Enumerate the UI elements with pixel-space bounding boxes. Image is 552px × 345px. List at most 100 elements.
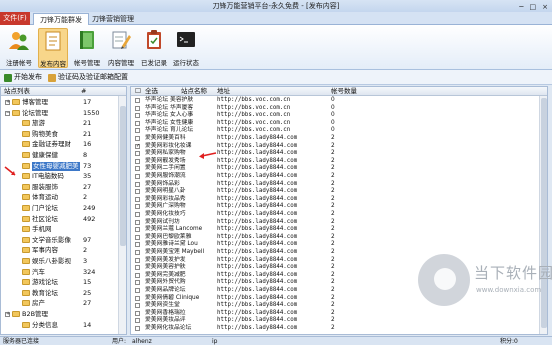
table-row[interactable]: 爱美网广深购物 http://bbs.lady8844.com 2 bbox=[131, 203, 541, 211]
site-tree-count: 324 bbox=[83, 267, 96, 276]
captcha-config-button[interactable]: 验证码及验证邮箱配置 bbox=[48, 70, 128, 85]
row-checkbox[interactable] bbox=[135, 151, 140, 157]
row-checkbox[interactable] bbox=[135, 174, 140, 179]
row-checkbox[interactable] bbox=[135, 303, 140, 309]
row-checkbox[interactable] bbox=[135, 265, 140, 271]
points-value: 积分:0 bbox=[500, 338, 518, 345]
row-checkbox[interactable] bbox=[135, 288, 140, 293]
row-checkbox[interactable] bbox=[135, 204, 140, 210]
row-checkbox[interactable] bbox=[135, 219, 140, 225]
table-row[interactable]: 爱美网明星八卦 http://bbs.lady8844.com 2 bbox=[131, 188, 541, 196]
site-tree-item[interactable]: 旅游 21 bbox=[1, 119, 119, 128]
row-checkbox[interactable] bbox=[135, 212, 140, 217]
site-tree-item[interactable]: + B2B管理 bbox=[1, 310, 119, 319]
expand-toggle-icon[interactable]: − bbox=[5, 110, 10, 116]
row-checkbox[interactable] bbox=[135, 136, 140, 141]
row-checkbox[interactable] bbox=[135, 250, 140, 255]
site-tree-item[interactable]: 社区论坛 492 bbox=[1, 215, 119, 224]
table-row[interactable]: 爱美网化妆品论坛 http://bbs.lady8844.com 2 bbox=[131, 325, 541, 333]
site-tree-item[interactable]: 手机网 bbox=[1, 225, 119, 234]
table-row[interactable]: 华声论坛 女人心事 http://bbs.voc.com.cn 0 bbox=[131, 112, 541, 120]
account-count-cell: 2 bbox=[331, 142, 335, 149]
site-tree-item[interactable]: 分类信息 14 bbox=[1, 321, 119, 330]
row-checkbox[interactable] bbox=[135, 272, 140, 278]
row-checkbox[interactable] bbox=[135, 189, 140, 195]
row-checkbox[interactable] bbox=[135, 158, 140, 164]
select-all-checkbox[interactable]: ☐ bbox=[135, 87, 141, 96]
row-checkbox[interactable] bbox=[135, 326, 140, 331]
tab-mass-publish[interactable]: 刀锋万能群发 bbox=[33, 13, 89, 25]
row-checkbox[interactable] bbox=[135, 234, 140, 240]
site-tree-item[interactable]: 汽车 324 bbox=[1, 268, 119, 277]
site-tree-scrollbar[interactable] bbox=[118, 96, 126, 334]
row-checkbox[interactable] bbox=[135, 257, 140, 263]
row-checkbox[interactable] bbox=[135, 143, 140, 150]
publish-content-button[interactable]: 发布内容 bbox=[38, 28, 68, 68]
start-icon bbox=[4, 73, 12, 82]
site-tree-item[interactable]: 服装服饰 27 bbox=[1, 183, 119, 192]
site-table-header: ☐ 全选 站点名称 地址 帐号数量 bbox=[131, 87, 547, 96]
start-publish-button[interactable]: 开始发布 bbox=[4, 70, 42, 85]
table-row[interactable]: 爱美网私家购物 http://bbs.lady8844.com 2 bbox=[131, 150, 541, 158]
table-row[interactable]: 爱美网健美百科 http://bbs.lady8844.com 2 bbox=[131, 135, 541, 143]
row-checkbox[interactable] bbox=[135, 310, 140, 316]
row-checkbox[interactable] bbox=[135, 128, 140, 134]
table-row[interactable]: 爱美网服饰潮流 http://bbs.lady8844.com 2 bbox=[131, 173, 541, 181]
row-checkbox[interactable] bbox=[135, 280, 140, 286]
table-row[interactable]: 爱美网饰品彩 http://bbs.lady8844.com 2 bbox=[131, 181, 541, 189]
site-tree-label: 健康保健 bbox=[32, 151, 58, 159]
site-tree-item[interactable]: + 博客管理 17 bbox=[1, 98, 119, 107]
row-checkbox[interactable] bbox=[135, 105, 140, 111]
site-tree-item[interactable]: 健康保健 8 bbox=[1, 151, 119, 160]
row-checkbox[interactable] bbox=[135, 318, 140, 324]
content-manage-button[interactable]: 内容管理 bbox=[106, 28, 136, 68]
row-checkbox[interactable] bbox=[135, 242, 140, 248]
row-checkbox[interactable] bbox=[135, 227, 140, 233]
row-checkbox[interactable] bbox=[135, 196, 140, 202]
site-tree-item[interactable]: 金融证券理财 16 bbox=[1, 140, 119, 149]
table-row[interactable]: 爱美网香格瑞拉 http://bbs.lady8844.com 2 bbox=[131, 310, 541, 318]
run-status-button[interactable]: 运行状态 bbox=[171, 28, 201, 68]
site-tree-item[interactable]: 体育运动 2 bbox=[1, 193, 119, 202]
table-row[interactable]: 华声论坛 育儿论坛 http://bbs.voc.com.cn 0 bbox=[131, 127, 541, 135]
table-row[interactable]: 爱美网彩妆化妆课http://bbs.lady8844.com2 bbox=[131, 142, 541, 150]
tab-marketing-manage[interactable]: 刀锋营销管理 bbox=[86, 13, 140, 25]
row-checkbox[interactable] bbox=[135, 98, 140, 103]
expand-toggle-icon[interactable]: + bbox=[5, 312, 10, 317]
table-row[interactable]: 爱美网兰蔻 Lancome http://bbs.lady8844.com 2 bbox=[131, 226, 541, 234]
table-row[interactable]: 爱美网化妆技巧 http://bbs.lady8844.com 2 bbox=[131, 211, 541, 219]
row-checkbox[interactable] bbox=[135, 295, 140, 301]
site-tree-item[interactable]: 娱乐八卦影视 3 bbox=[1, 257, 119, 266]
row-checkbox[interactable] bbox=[135, 181, 140, 187]
expand-toggle-icon[interactable]: + bbox=[5, 100, 10, 105]
account-count-cell: 2 bbox=[331, 241, 335, 248]
account-count-cell: 2 bbox=[331, 218, 335, 225]
file-menu-tab[interactable]: 文件(F) bbox=[0, 12, 30, 25]
row-checkbox[interactable] bbox=[135, 166, 140, 172]
register-account-button[interactable]: 注册帐号 bbox=[4, 28, 34, 68]
table-row[interactable]: 爱美网靓发秀场 http://bbs.lady8844.com 2 bbox=[131, 158, 541, 166]
site-tree-item[interactable]: 文学音乐影像 97 bbox=[1, 236, 119, 245]
site-tree-item[interactable]: 门户论坛 249 bbox=[1, 204, 119, 213]
site-tree-count: 1550 bbox=[83, 108, 100, 117]
table-row[interactable]: 爱美网彩妆品秀 http://bbs.lady8844.com 2 bbox=[131, 196, 541, 204]
address-cell: http://bbs.lady8844.com bbox=[217, 135, 298, 141]
site-tree-item[interactable]: 游戏论坛 15 bbox=[1, 278, 119, 287]
site-tree-label: 门户论坛 bbox=[32, 204, 58, 212]
site-name-cell: 爱美网私家购物 bbox=[145, 150, 186, 157]
folder-icon bbox=[22, 141, 30, 148]
account-manage-button[interactable]: 帐号管理 bbox=[72, 28, 102, 68]
row-checkbox[interactable] bbox=[135, 113, 140, 119]
site-tree-item[interactable]: 房产 27 bbox=[1, 299, 119, 308]
table-row[interactable]: 爱美网雅诗兰黛 Lou http://bbs.lady8844.com 2 bbox=[131, 241, 541, 249]
row-checkbox[interactable] bbox=[135, 120, 140, 126]
table-row[interactable]: 爱美网二手闲置 http://bbs.lady8844.com 2 bbox=[131, 165, 541, 173]
site-tree-item[interactable]: 军事内容 2 bbox=[1, 246, 119, 255]
table-row[interactable]: 华声论坛 美容护肤 http://bbs.voc.com.cn 0 bbox=[131, 97, 541, 105]
published-records-button[interactable]: 已发记录 bbox=[139, 28, 169, 68]
site-tree-item[interactable]: 购物美食 21 bbox=[1, 130, 119, 139]
site-tree-item[interactable]: − 论坛管理 1550 bbox=[1, 109, 119, 118]
site-tree-item[interactable]: 教育论坛 25 bbox=[1, 289, 119, 298]
register-people-icon bbox=[9, 32, 29, 50]
table-row[interactable]: 爱美网美妆品评 http://bbs.lady8844.com 2 bbox=[131, 317, 541, 325]
